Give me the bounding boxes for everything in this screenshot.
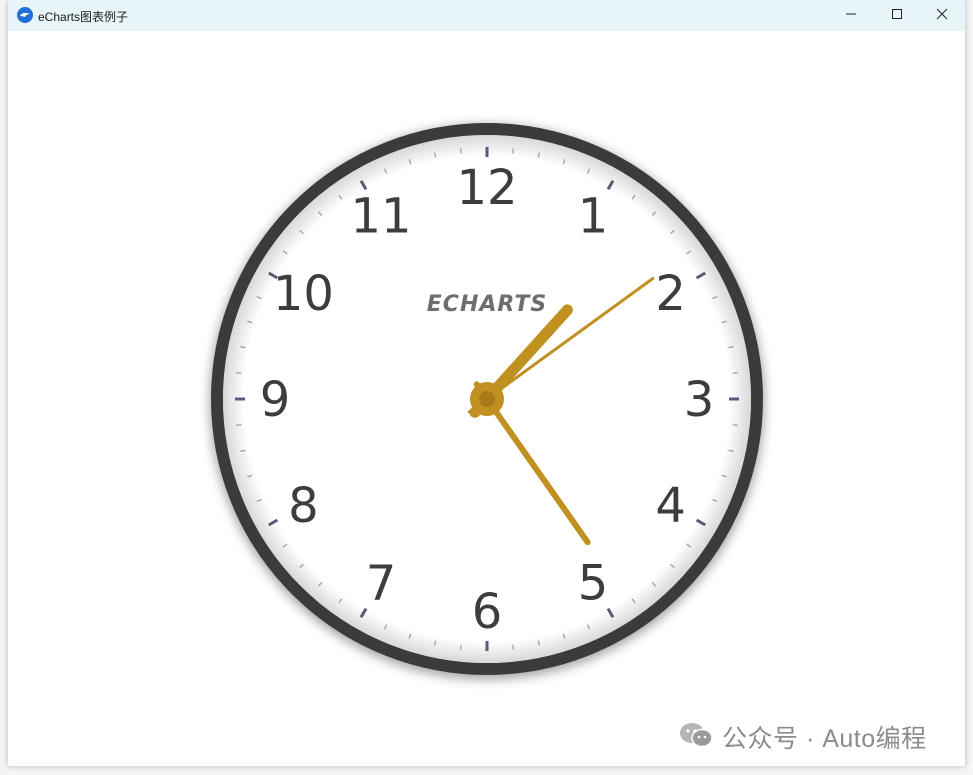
maximize-icon: [891, 7, 903, 25]
minor-tick: [460, 148, 462, 154]
echarts-logo-text: ECHARTS: [427, 292, 547, 317]
hour-numeral-5: 5: [578, 556, 609, 612]
hour-numeral-11: 11: [350, 188, 411, 244]
hour-numeral-12: 12: [456, 160, 517, 216]
minor-tick: [236, 372, 242, 374]
watermark: 公众号 · Auto编程: [678, 721, 927, 753]
hour-numeral-8: 8: [288, 478, 319, 534]
minor-tick: [236, 424, 242, 426]
maximize-button[interactable]: [874, 0, 920, 31]
chart-area: 12 1 2 3 4 5 6 7 8 9 10 11 ECHARTS 公众号 · Auto编程: [8, 31, 965, 766]
close-icon: [936, 7, 948, 25]
minimize-icon: [845, 7, 857, 25]
app-window: eCharts图表例子 12 1 2 3 4 5 6 7 8 9 10 11 E…: [8, 0, 965, 766]
hour-numeral-7: 7: [366, 556, 397, 612]
clock-hub-center: [479, 391, 495, 407]
title-bar[interactable]: eCharts图表例子: [8, 0, 965, 31]
clock-chart: 12 12 3 45 6 78 9 10 11 ECHARTS: [211, 123, 763, 675]
hour-numeral-6: 6: [472, 584, 503, 640]
clock: 12 12 3 45 6 78 9 10 11 ECHARTS: [211, 123, 763, 675]
hour-numeral-3: 3: [684, 372, 715, 428]
hour-numeral-2: 2: [655, 266, 686, 322]
hour-numeral-9: 9: [260, 372, 291, 428]
hour-numeral-1: 1: [578, 188, 609, 244]
hour-numeral-10: 10: [273, 266, 334, 322]
window-title: eCharts图表例子: [38, 10, 129, 24]
echarts-logo-icon: [17, 7, 33, 23]
minimize-button[interactable]: [828, 0, 874, 31]
close-button[interactable]: [919, 0, 965, 31]
minor-tick: [732, 424, 738, 426]
watermark-text: 公众号 · Auto编程: [722, 725, 927, 753]
minor-tick: [460, 644, 462, 650]
minor-tick: [732, 372, 738, 374]
minor-tick: [512, 148, 514, 154]
minor-tick: [512, 644, 514, 650]
hour-numeral-4: 4: [655, 478, 686, 534]
wechat-icon: [678, 721, 714, 754]
